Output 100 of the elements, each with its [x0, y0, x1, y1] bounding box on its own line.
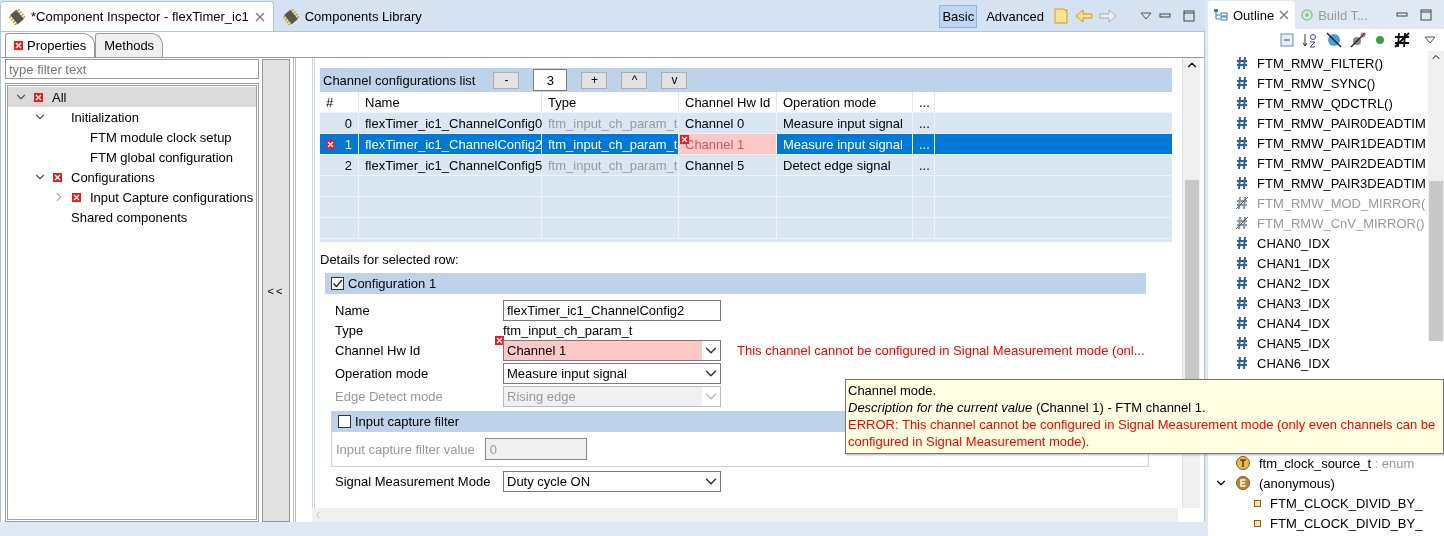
error-icon	[495, 336, 504, 345]
outline-item[interactable]: FTM_RMW_PAIR1DEADTIM	[1208, 133, 1428, 153]
hash-icon	[1236, 56, 1248, 70]
view-mode-button[interactable]: Basic	[939, 4, 978, 28]
minimize-icon[interactable]	[1396, 11, 1408, 18]
table-cell: ftm_input_ch_param_t	[542, 113, 679, 133]
field-label: Input capture filter value	[336, 441, 475, 457]
dropdown[interactable]: Duty cycle ON	[503, 471, 721, 492]
outline-item[interactable]: ftm_clock_source_t : enum	[1208, 453, 1428, 473]
table-cell: ...	[913, 113, 935, 133]
crossed-hash-icon	[1236, 196, 1248, 210]
outline-item[interactable]: FTM_CLOCK_DIVID_BY_	[1208, 513, 1428, 533]
tree-item[interactable]: FTM module clock setup	[8, 127, 256, 147]
editor-tab[interactable]: Components Library	[273, 1, 431, 31]
outline-item[interactable]: FTM_CLOCK_DIVID_BY_	[1208, 493, 1428, 513]
tree-item[interactable]: Initialization	[8, 107, 256, 127]
scrollbar[interactable]	[1428, 51, 1444, 341]
column-header[interactable]: Operation mode	[777, 92, 913, 112]
column-header[interactable]: ...	[913, 92, 935, 112]
outline-item[interactable]: FTM_RMW_FILTER()	[1208, 53, 1428, 73]
input-field[interactable]: flexTimer_ic1_ChannelConfig2	[503, 300, 721, 321]
hash-icon	[1236, 336, 1248, 350]
chevron-down-icon	[702, 341, 720, 360]
checkbox[interactable]	[338, 415, 351, 428]
dropdown[interactable]: Channel 1	[503, 340, 721, 361]
error-message: This channel cannot be configured in Signal Measurement mode (onl...	[737, 343, 1145, 358]
outline-item[interactable]: FTM_RMW_PAIR3DEADTIM	[1208, 173, 1428, 193]
view-mode-button[interactable]: Advanced	[983, 4, 1047, 28]
inspector-tab[interactable]: Properties	[5, 33, 96, 57]
enumerator-icon	[1254, 519, 1261, 527]
outline-item[interactable]: CHAN1_IDX	[1208, 253, 1428, 273]
table-cell: ftm_input_ch_param_t	[542, 155, 679, 175]
table-row[interactable]: 2 flexTimer_ic1_ChannelConfig5 ftm_input_ch_param_t Channel 5 Detect edge signal ...	[320, 155, 1172, 176]
hash-icon	[1236, 276, 1248, 290]
outline-item[interactable]: FTM_RMW_QDCTRL()	[1208, 93, 1428, 113]
hash-icon	[1236, 156, 1248, 170]
remove-button[interactable]: -	[493, 71, 520, 89]
group-header[interactable]: Configuration 1	[325, 273, 1146, 294]
list-button[interactable]: v	[661, 71, 688, 89]
field-value: ftm_input_ch_param_t	[503, 323, 634, 338]
column-header[interactable]: #	[320, 92, 359, 112]
hash-icon	[1236, 296, 1248, 310]
outline-item[interactable]: CHAN4_IDX	[1208, 313, 1428, 333]
outline-item[interactable]: CHAN3_IDX	[1208, 293, 1428, 313]
close-icon[interactable]	[254, 11, 265, 22]
chip-icon	[282, 8, 299, 25]
column-header[interactable]: Name	[359, 92, 542, 112]
outline-item[interactable]: CHAN0_IDX	[1208, 233, 1428, 253]
outline-item[interactable]: FTM_RMW_SYNC()	[1208, 73, 1428, 93]
maximize-icon[interactable]	[1420, 8, 1432, 21]
column-header[interactable]: Channel Hw Id	[679, 92, 777, 112]
table-cell: ...	[913, 155, 935, 175]
tree-item[interactable]: Configurations	[8, 167, 256, 187]
list-button[interactable]: +	[581, 71, 608, 89]
table-row[interactable]: 0 flexTimer_ic1_ChannelConfig0 ftm_input_ch_param_t Channel 0 Measure input signal ...	[320, 113, 1172, 134]
outline-item[interactable]: CHAN6_IDX	[1208, 353, 1428, 373]
outline-item[interactable]: CHAN2_IDX	[1208, 273, 1428, 293]
tooltip-title: Channel mode.	[848, 382, 938, 399]
outline-item[interactable]: FTM_RMW_PAIR2DEADTIM	[1208, 153, 1428, 173]
column-header[interactable]: Type	[542, 92, 679, 112]
dropdown[interactable]: Measure input signal	[503, 363, 721, 384]
editor-tab[interactable]: *Component Inspector - flexTimer_ic1	[0, 1, 274, 31]
table-cell: flexTimer_ic1_ChannelConfig0	[359, 113, 542, 133]
table-cell: Channel 0	[679, 113, 777, 133]
view-menu-icon[interactable]	[1424, 35, 1436, 45]
scrollbar[interactable]	[312, 508, 1178, 522]
close-icon[interactable]	[1279, 10, 1290, 20]
list-title: Channel configurations list	[323, 72, 476, 88]
filter-field[interactable]: type filter text	[5, 59, 259, 79]
tree-item[interactable]: All	[8, 87, 256, 107]
outline-item[interactable]: (anonymous)	[1208, 473, 1428, 493]
hash-icon	[1236, 176, 1248, 190]
tree-item[interactable]: Input Capture configurations	[8, 187, 256, 207]
hash-icon	[1236, 76, 1248, 90]
collapse-button[interactable]: <<	[262, 59, 290, 522]
error-icon	[326, 139, 335, 149]
table-cell: Channel 5	[679, 155, 777, 175]
outline-item[interactable]: FTM_RMW_PAIR0DEADTIM	[1208, 113, 1428, 133]
hide-macros-icon[interactable]	[1394, 32, 1410, 48]
chevron-down-icon	[702, 387, 720, 406]
outline-tab[interactable]: Outline	[1208, 1, 1296, 29]
minimize-icon[interactable]	[1159, 13, 1171, 19]
table-cell: flexTimer_ic1_ChannelConfig5	[359, 155, 542, 175]
enum-icon	[1236, 476, 1250, 490]
sort-icon[interactable]	[1302, 32, 1318, 48]
list-button[interactable]: ^	[621, 71, 648, 89]
checkbox[interactable]	[331, 277, 344, 290]
count-field[interactable]: 3	[533, 69, 568, 91]
inspector-tab[interactable]: Methods	[95, 33, 164, 57]
target-icon	[1301, 9, 1314, 21]
outline-item[interactable]: CHAN5_IDX	[1208, 333, 1428, 353]
error-icon	[72, 192, 81, 202]
tree-item[interactable]: FTM global configuration	[8, 147, 256, 167]
table-cell: 1	[320, 134, 359, 154]
view-menu-icon[interactable]	[1139, 11, 1153, 21]
maximize-icon[interactable]	[1183, 10, 1195, 22]
table-cell: Detect edge signal	[777, 155, 913, 175]
tree-item[interactable]: Shared components	[8, 207, 256, 227]
collapse-all-icon[interactable]	[1280, 33, 1294, 47]
dot-icon[interactable]	[1374, 34, 1386, 46]
